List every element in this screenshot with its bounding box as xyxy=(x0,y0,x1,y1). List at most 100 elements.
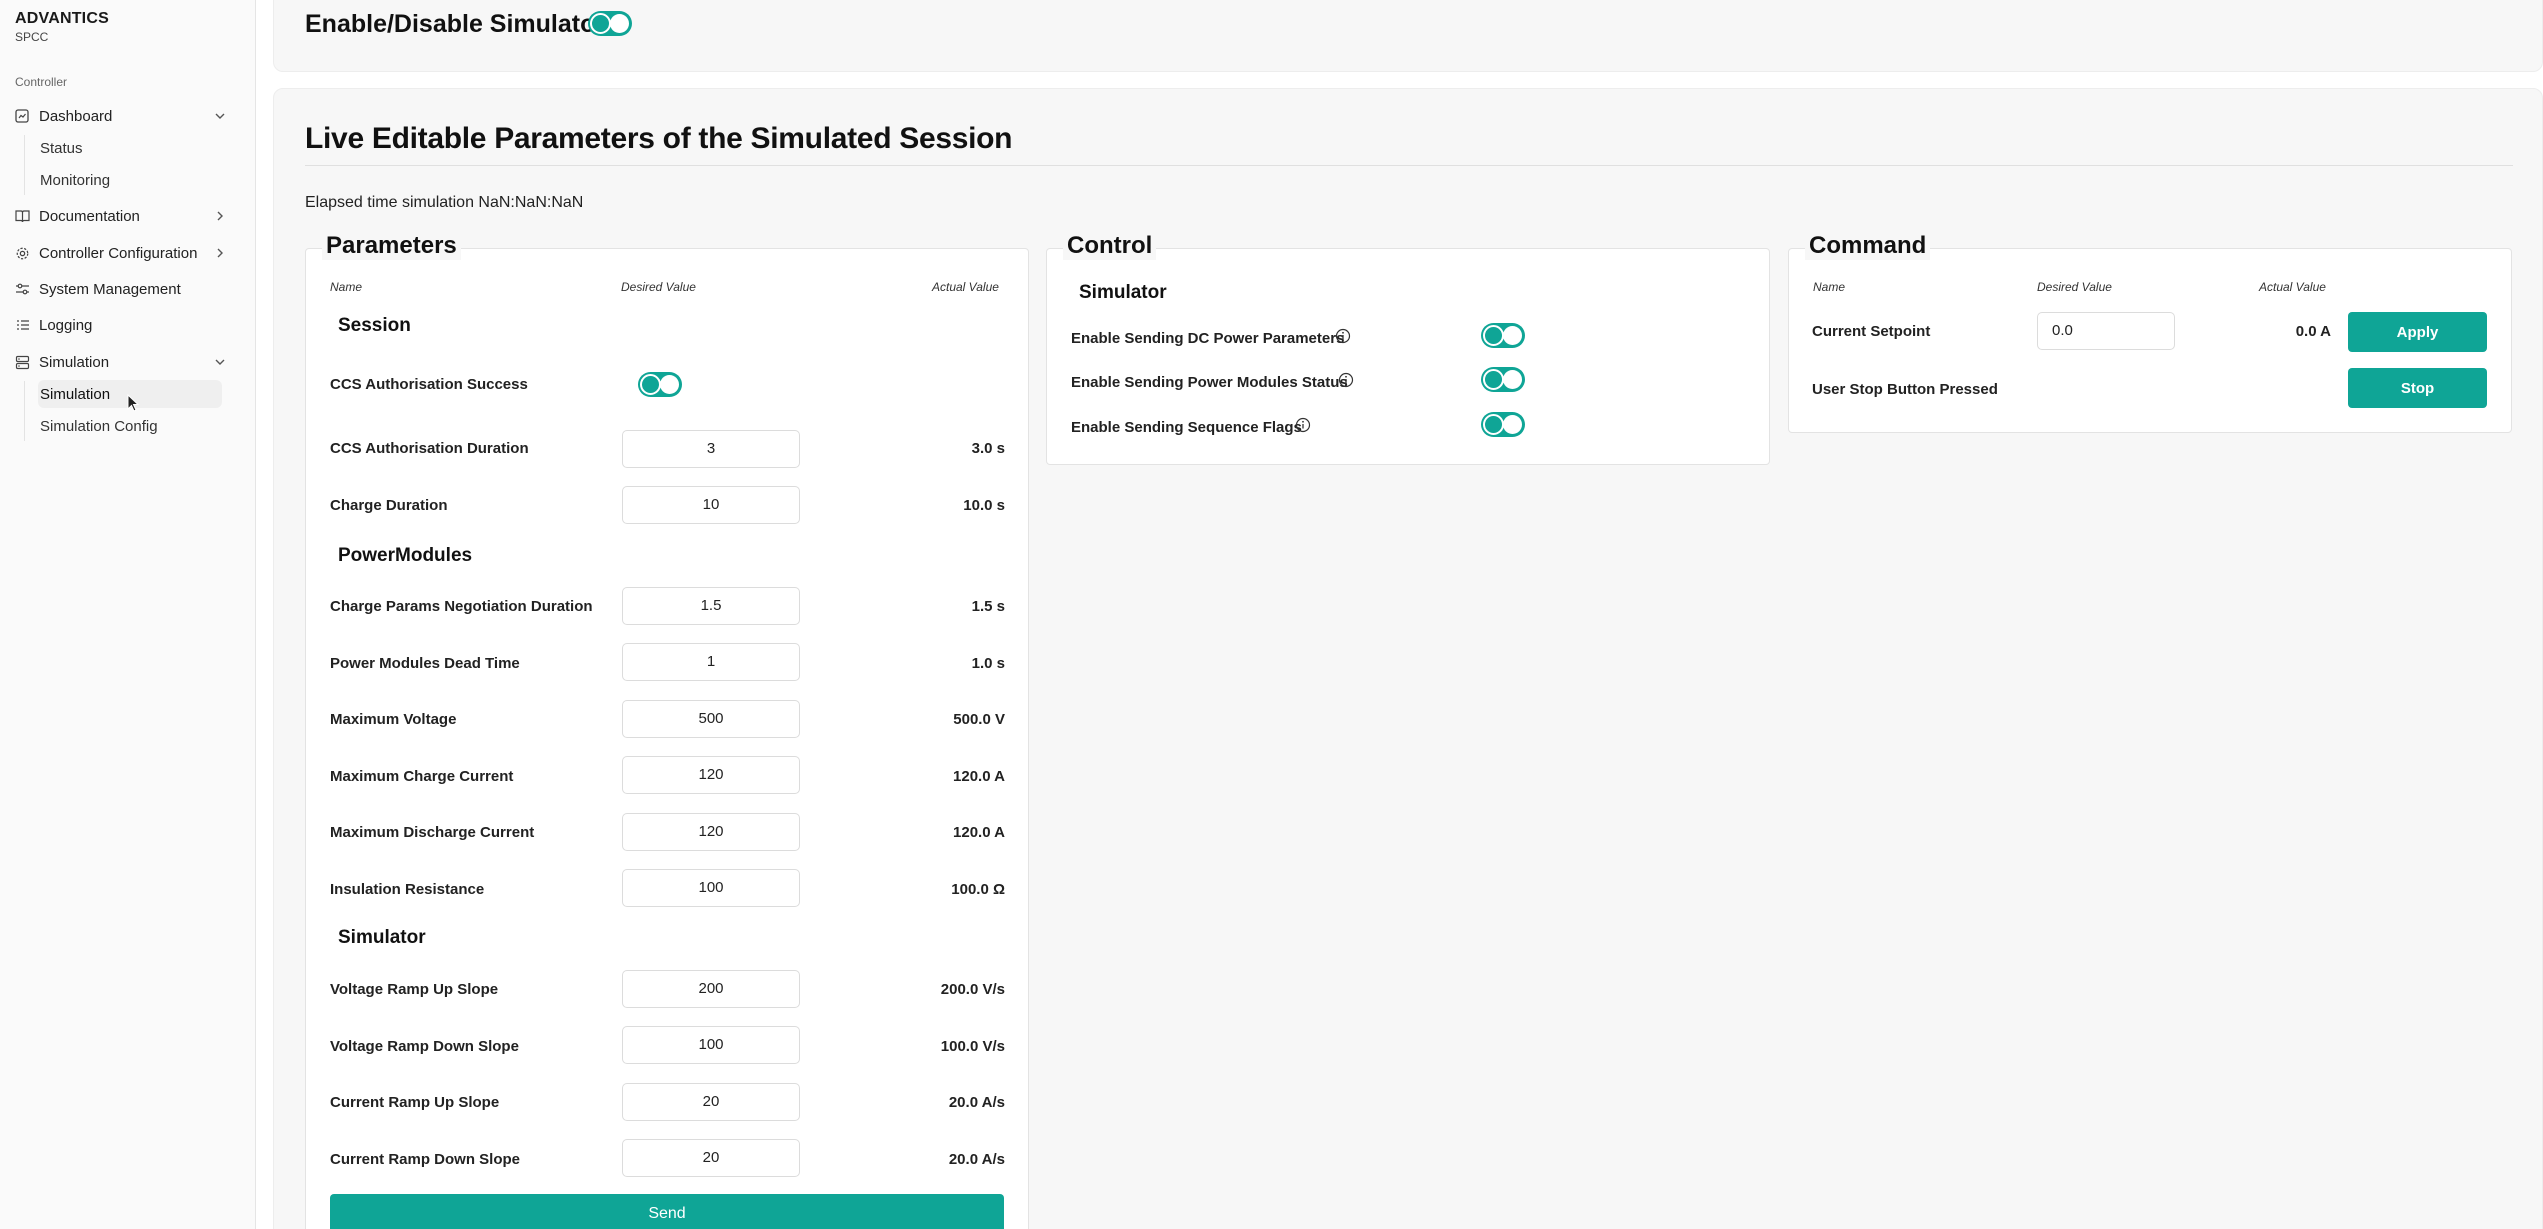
chevron-down-icon xyxy=(212,108,228,124)
power-modules-status-toggle[interactable] xyxy=(1481,367,1525,392)
chevron-down-icon xyxy=(212,354,228,370)
param-actual-value: 120.0 A xyxy=(953,824,1005,841)
param-input[interactable]: 1.5 xyxy=(622,587,800,625)
ccs-success-label: CCS Authorisation Success xyxy=(330,376,528,393)
param-label: CCS Authorisation Duration xyxy=(330,440,529,457)
submenu-line xyxy=(24,135,25,195)
param-input[interactable]: 1 xyxy=(622,643,800,681)
database-icon xyxy=(14,354,30,370)
param-input[interactable]: 20 xyxy=(622,1139,800,1177)
control-label: Enable Sending DC Power Parameters xyxy=(1071,330,1345,347)
chevron-right-icon xyxy=(212,245,228,261)
param-label: Current Ramp Down Slope xyxy=(330,1151,521,1168)
param-label: Voltage Ramp Down Slope xyxy=(330,1038,519,1055)
simulator-toggle-title: Enable/Disable Simulator xyxy=(305,10,606,38)
param-label: Charge Params Negotiation Duration xyxy=(330,598,593,615)
sidebar-subitem-status[interactable]: Status xyxy=(38,134,222,162)
sidebar-item-label: System Management xyxy=(39,280,181,298)
param-label: Power Modules Dead Time xyxy=(330,655,520,672)
sidebar-item-dashboard[interactable]: Dashboard xyxy=(14,101,242,131)
sidebar-item-label: Controller Configuration xyxy=(39,244,198,262)
sidebar-item-label: Documentation xyxy=(39,207,140,225)
param-input[interactable]: 100 xyxy=(622,1026,800,1064)
sidebar-item-system-management[interactable]: System Management xyxy=(14,274,242,304)
param-input[interactable]: 500 xyxy=(622,700,800,738)
param-label: Maximum Discharge Current xyxy=(330,824,535,841)
column-header-desired: Desired Value xyxy=(2037,280,2112,294)
divider xyxy=(305,165,2513,166)
param-actual-value: 3.0 s xyxy=(971,440,1005,457)
param-actual-value: 20.0 A/s xyxy=(948,1151,1005,1168)
param-actual-value: 1.5 s xyxy=(971,598,1005,615)
param-label: Insulation Resistance xyxy=(330,881,485,898)
ccs-success-toggle[interactable] xyxy=(638,372,682,397)
param-label: Maximum Voltage xyxy=(330,711,457,728)
dashboard-icon xyxy=(14,108,30,124)
info-icon[interactable] xyxy=(1338,372,1354,388)
control-label: Enable Sending Sequence Flags xyxy=(1071,419,1302,436)
param-label: Charge Duration xyxy=(330,497,448,514)
control-simulator-heading: Simulator xyxy=(1079,282,1167,303)
sidebar-subitem-monitoring[interactable]: Monitoring xyxy=(38,166,222,194)
session-heading: Session xyxy=(338,315,411,336)
gear-icon xyxy=(14,245,30,261)
param-actual-value: 200.0 V/s xyxy=(940,981,1005,998)
command-legend: Command xyxy=(1805,232,1931,260)
sidebar-item-logging[interactable]: Logging xyxy=(14,310,242,340)
sidebar-item-controller-configuration[interactable]: Controller Configuration xyxy=(14,238,242,268)
param-input[interactable]: 200 xyxy=(622,970,800,1008)
current-setpoint-input[interactable]: 0.0 xyxy=(2037,312,2175,350)
sidebar-item-simulation[interactable]: Simulation xyxy=(14,347,242,377)
param-input[interactable]: 100 xyxy=(622,869,800,907)
send-button[interactable]: Send xyxy=(330,1194,1004,1229)
sidebar-group-label: Controller xyxy=(15,75,68,89)
brand[interactable]: ADVANTICS SPCC xyxy=(15,10,109,44)
sidebar-subitem-simulation-config[interactable]: Simulation Config xyxy=(38,412,222,440)
sidebar-item-label: Dashboard xyxy=(39,107,113,125)
sidebar: ADVANTICS SPCC Controller Dashboard Stat… xyxy=(0,0,256,1229)
param-label: Voltage Ramp Up Slope xyxy=(330,981,499,998)
param-actual-value: 120.0 A xyxy=(953,768,1005,785)
sidebar-item-documentation[interactable]: Documentation xyxy=(14,201,242,231)
column-header-desired: Desired Value xyxy=(621,280,696,294)
param-actual-value: 100.0 V/s xyxy=(940,1038,1005,1055)
param-actual-value: 100.0 Ω xyxy=(951,881,1005,898)
control-legend: Control xyxy=(1063,232,1157,260)
simulator-enable-toggle[interactable] xyxy=(588,11,632,36)
parameters-legend: Parameters xyxy=(322,232,461,260)
sidebar-item-label: Simulation xyxy=(39,353,110,371)
info-icon[interactable] xyxy=(1335,328,1351,344)
sequence-flags-toggle[interactable] xyxy=(1481,412,1525,437)
brand-title: ADVANTICS xyxy=(15,10,109,27)
stop-button[interactable]: Stop xyxy=(2348,368,2487,408)
param-label: Current Ramp Up Slope xyxy=(330,1094,500,1111)
info-icon[interactable] xyxy=(1295,417,1311,433)
column-header-name: Name xyxy=(330,280,363,294)
param-input[interactable]: 3 xyxy=(622,430,800,468)
chevron-right-icon xyxy=(212,208,228,224)
param-input[interactable]: 120 xyxy=(622,756,800,794)
log-icon xyxy=(14,317,30,333)
user-stop-label: User Stop Button Pressed xyxy=(1812,381,1998,398)
elapsed-time: Elapsed time simulation NaN:NaN:NaN xyxy=(305,194,584,211)
param-input[interactable]: 120 xyxy=(622,813,800,851)
simulator-heading: Simulator xyxy=(338,927,426,948)
mouse-cursor-icon xyxy=(127,394,140,412)
submenu-line xyxy=(24,381,25,441)
param-input[interactable]: 10 xyxy=(622,486,800,524)
book-icon xyxy=(14,208,30,224)
param-actual-value: 10.0 s xyxy=(963,497,1005,514)
param-actual-value: 1.0 s xyxy=(971,655,1005,672)
sidebar-item-label: Logging xyxy=(39,316,93,334)
apply-button[interactable]: Apply xyxy=(2348,312,2487,352)
powermodules-heading: PowerModules xyxy=(338,545,473,566)
param-input[interactable]: 20 xyxy=(622,1083,800,1121)
param-actual-value: 500.0 V xyxy=(953,711,1005,728)
column-header-name: Name xyxy=(1813,280,1846,294)
column-header-actual: Actual Value xyxy=(2259,280,2326,294)
dc-power-parameters-toggle[interactable] xyxy=(1481,323,1525,348)
control-label: Enable Sending Power Modules Status xyxy=(1071,374,1348,391)
current-setpoint-label: Current Setpoint xyxy=(1812,323,1931,340)
param-label: Maximum Charge Current xyxy=(330,768,514,785)
brand-subtitle: SPCC xyxy=(15,30,49,44)
